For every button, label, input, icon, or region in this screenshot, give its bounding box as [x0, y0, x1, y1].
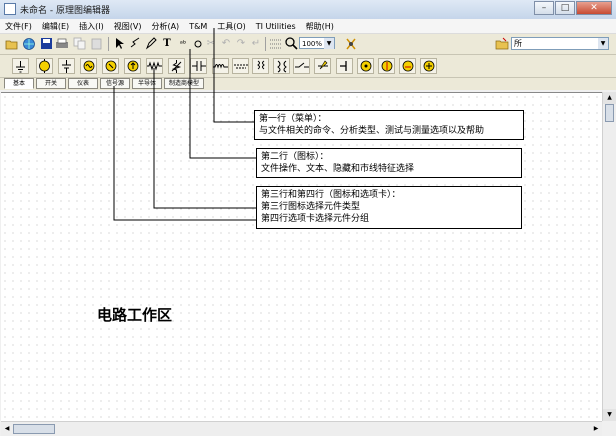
horizontal-scroll-thumb[interactable] — [13, 424, 55, 434]
callout-row1-text: 与文件相关的命令、分析类型、测试与测量选项以及帮助 — [259, 126, 485, 136]
scroll-left-icon[interactable]: ◀ — [1, 422, 13, 436]
connector-row2 — [189, 49, 256, 159]
scroll-right-icon[interactable]: ▶ — [590, 422, 602, 436]
callout-row1: 第一行（菜单）： 与文件相关的命令、分析类型、测试与测量选项以及帮助 — [254, 110, 524, 140]
callout-row34-title: 第三行和第四行（图标和选项卡）： — [261, 190, 401, 200]
connector-row1 — [213, 28, 254, 123]
callout-row2-title: 第二行（图标）： — [261, 152, 329, 162]
callout-row2: 第二行（图标）： 文件操作、文本、隐藏和市线特征选择 — [256, 148, 522, 178]
vertical-scrollbar[interactable]: ▲ ▼ — [602, 92, 616, 421]
callout-row34-line2: 第三行图标选择元件类型 — [261, 202, 361, 212]
vertical-scroll-thumb[interactable] — [605, 104, 614, 122]
callout-row2-text: 文件操作、文本、隐藏和市线特征选择 — [261, 164, 415, 174]
callout-row34-line3: 第四行选项卡选择元件分组 — [261, 214, 370, 224]
scroll-up-icon[interactable]: ▲ — [603, 92, 616, 104]
scroll-down-icon[interactable]: ▼ — [603, 409, 616, 421]
connector-row3 — [153, 68, 256, 209]
connector-row4 — [113, 86, 256, 221]
callout-row1-title: 第一行（菜单）： — [259, 114, 327, 124]
callout-row34: 第三行和第四行（图标和选项卡）： 第三行图标选择元件类型 第四行选项卡选择元件分… — [256, 186, 522, 229]
horizontal-scrollbar[interactable]: ◀ ▶ — [1, 421, 602, 436]
